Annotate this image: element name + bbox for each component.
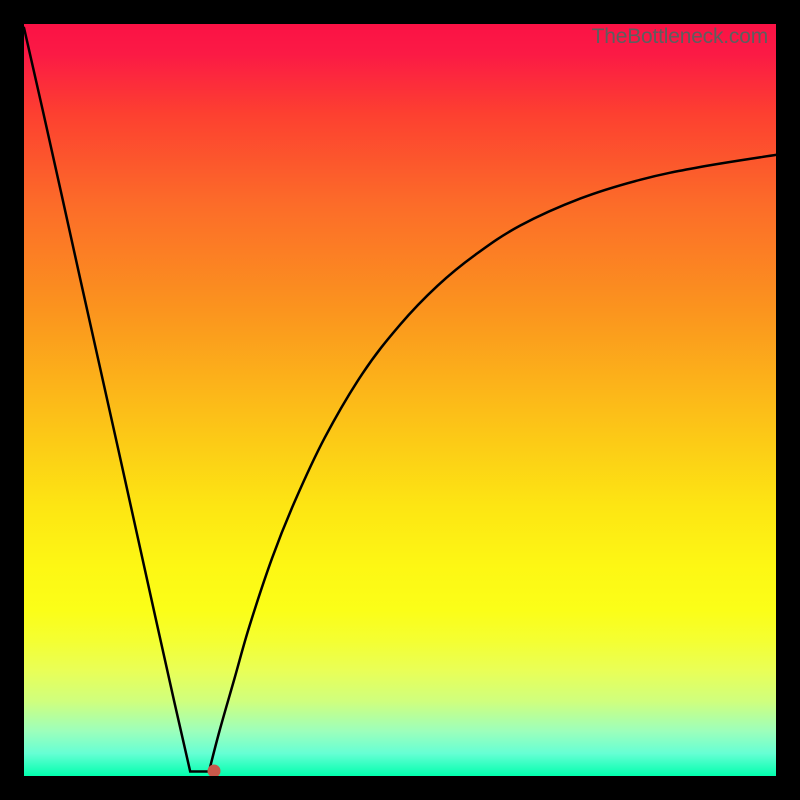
chart-frame: TheBottleneck.com: [0, 0, 800, 800]
marker-dot: [207, 765, 220, 776]
curve-left: [24, 28, 209, 772]
curve-overlay: [24, 24, 776, 776]
watermark-text: TheBottleneck.com: [592, 25, 768, 49]
plot-area: TheBottleneck.com: [24, 24, 776, 776]
curve-right: [209, 155, 776, 772]
